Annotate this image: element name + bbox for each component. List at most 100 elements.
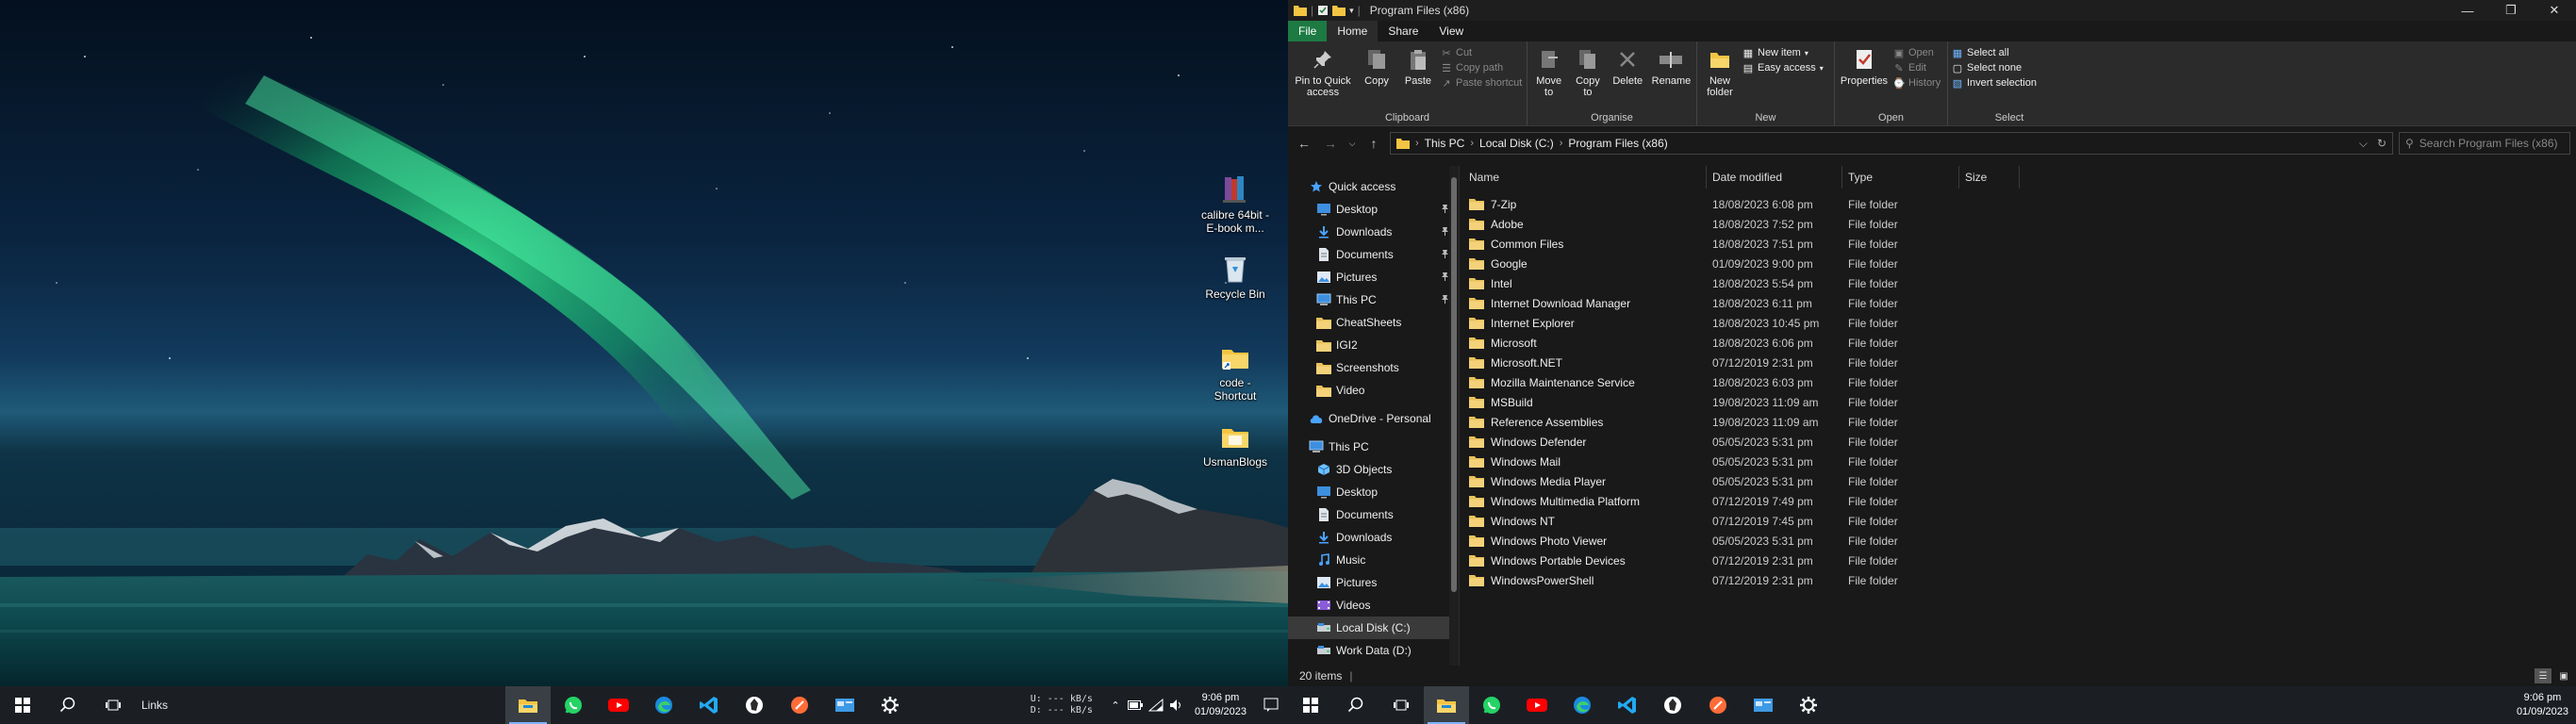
nav-item-3d-objects[interactable]: 3D Objects <box>1288 458 1459 481</box>
table-row[interactable]: Windows Mail 05/05/2023 5:31 pm File folde… <box>1460 452 2576 471</box>
move-to-button[interactable]: Move to <box>1531 45 1566 98</box>
taskbar-postman[interactable] <box>1695 686 1741 724</box>
nav-item-work-data-d[interactable]: Work Data (D:) <box>1288 639 1459 662</box>
properties-check-icon[interactable] <box>1317 5 1329 16</box>
nav-item-documents[interactable]: Documents <box>1288 243 1459 266</box>
nav-item-downloads[interactable]: Downloads <box>1288 221 1459 243</box>
nav-item-this-pc[interactable]: This PC <box>1288 436 1459 458</box>
forward-button[interactable]: → <box>1320 133 1341 154</box>
table-row[interactable]: Windows Multimedia Platform 07/12/2019 7:… <box>1460 491 2576 511</box>
nav-item-igi2[interactable]: IGI2 <box>1288 334 1459 356</box>
taskbar-vscode[interactable] <box>686 686 732 724</box>
delete-button[interactable]: Delete <box>1610 45 1646 87</box>
nav-scrollbar[interactable] <box>1449 166 1459 666</box>
tray-wifi[interactable] <box>1146 686 1166 724</box>
nav-item-desktop[interactable]: Desktop <box>1288 481 1459 503</box>
table-row[interactable]: 7-Zip 18/08/2023 6:08 pm File folder <box>1460 194 2576 214</box>
table-row[interactable]: Adobe 18/08/2023 7:52 pm File folder <box>1460 214 2576 234</box>
nav-item-cheatsheets[interactable]: CheatSheets <box>1288 311 1459 334</box>
start-button[interactable] <box>0 686 45 724</box>
desktop-icon-usmanblogs[interactable]: UsmanBlogs <box>1199 420 1271 469</box>
table-row[interactable]: Internet Download Manager 18/08/2023 6:11… <box>1460 293 2576 313</box>
desktop-icon-calibre[interactable]: calibre 64bit - E-book m... <box>1199 173 1271 235</box>
select-all-button[interactable]: ▦ Select all <box>1952 47 2037 59</box>
column-header-date-modified[interactable]: Date modified <box>1707 166 1842 189</box>
table-row[interactable]: Reference Assemblies 19/08/2023 11:09 am F… <box>1460 412 2576 432</box>
taskbar-obsidian[interactable] <box>732 686 777 724</box>
column-header-size[interactable]: Size <box>1959 166 2020 189</box>
desktop-icon-code-shortcut[interactable]: code - Shortcut <box>1199 341 1271 403</box>
taskbar-app-window[interactable] <box>1741 686 1786 724</box>
breadcrumb-this-pc[interactable]: This PC <box>1425 137 1465 150</box>
open-button[interactable]: ▣ Open <box>1893 47 1940 59</box>
nav-item-videos[interactable]: Videos <box>1288 594 1459 617</box>
cut-button[interactable]: ✂ Cut <box>1441 47 1522 59</box>
tray-battery[interactable] <box>1125 686 1146 724</box>
table-row[interactable]: Mozilla Maintenance Service 18/08/2023 6:… <box>1460 372 2576 392</box>
table-row[interactable]: Windows Portable Devices 07/12/2019 2:31 … <box>1460 551 2576 570</box>
tab-view[interactable]: View <box>1428 21 1474 41</box>
new-item-button[interactable]: ▦ New item ▾ <box>1742 47 1824 59</box>
breadcrumb-program-files[interactable]: Program Files (x86) <box>1568 137 1667 150</box>
new-folder-button[interactable]: New folder <box>1701 45 1739 98</box>
taskbar-clock[interactable]: 9:06 pm 01/09/2023 <box>2517 691 2568 719</box>
qat-dropdown-icon[interactable]: ▾ <box>1349 6 1354 16</box>
search-button[interactable] <box>1333 686 1379 724</box>
minimize-button[interactable]: — <box>2446 0 2489 21</box>
easy-access-button[interactable]: ▤ Easy access ▾ <box>1742 62 1824 74</box>
history-button[interactable]: ⌚ History <box>1892 77 1940 90</box>
nav-item-desktop[interactable]: Desktop <box>1288 198 1459 221</box>
nav-item-this-pc[interactable]: This PC <box>1288 288 1459 311</box>
taskbar-whatsapp[interactable] <box>551 686 596 724</box>
new-folder-icon[interactable] <box>1332 5 1346 16</box>
rename-button[interactable]: Rename <box>1650 45 1693 87</box>
nav-item-quick-access[interactable]: Quick access <box>1288 175 1459 198</box>
up-button[interactable]: ↑ <box>1363 133 1384 154</box>
title-bar[interactable]: | ▾ | Program Files (x86) — ❐ ✕ <box>1288 0 2576 21</box>
properties-button[interactable]: Properties <box>1839 45 1890 87</box>
nav-scrollbar-thumb[interactable] <box>1451 177 1457 592</box>
copy-path-button[interactable]: ☰ Copy path <box>1441 62 1522 74</box>
links-toolbar[interactable]: Links <box>141 699 179 712</box>
taskbar-settings[interactable] <box>867 686 913 724</box>
recent-locations-button[interactable]: ⌵ <box>1346 133 1358 154</box>
search-button[interactable] <box>45 686 91 724</box>
search-field[interactable]: ⚲ Search Program Files (x86) <box>2399 132 2570 155</box>
action-center-button[interactable] <box>1254 686 1288 724</box>
nav-item-documents[interactable]: Documents <box>1288 503 1459 526</box>
nav-item-onedrive-personal[interactable]: OneDrive - Personal <box>1288 407 1459 430</box>
table-row[interactable]: Intel 18/08/2023 5:54 pm File folder <box>1460 273 2576 293</box>
table-row[interactable]: MSBuild 19/08/2023 11:09 am File folder <box>1460 392 2576 412</box>
details-view-button[interactable]: ☰ <box>2535 668 2551 683</box>
nav-item-local-disk-c[interactable]: Local Disk (C:) <box>1288 617 1459 639</box>
taskbar-file-explorer[interactable] <box>505 686 551 724</box>
table-row[interactable]: Internet Explorer 18/08/2023 10:45 pm File… <box>1460 313 2576 333</box>
column-header-name[interactable]: Name <box>1463 166 1707 189</box>
nav-item-pictures[interactable]: Pictures <box>1288 266 1459 288</box>
nav-item-music[interactable]: Music <box>1288 549 1459 571</box>
restore-button[interactable]: ❐ <box>2489 0 2533 21</box>
taskbar-youtube[interactable] <box>596 686 641 724</box>
column-header-type[interactable]: Type <box>1842 166 1959 189</box>
table-row[interactable]: Windows Media Player 05/05/2023 5:31 pm Fi… <box>1460 471 2576 491</box>
task-view-button[interactable] <box>91 686 136 724</box>
close-button[interactable]: ✕ <box>2533 0 2576 21</box>
taskbar-settings[interactable] <box>1786 686 1831 724</box>
taskbar-postman[interactable] <box>777 686 822 724</box>
copy-to-button[interactable]: Copy to <box>1570 45 1605 98</box>
nav-item-video[interactable]: Video <box>1288 379 1459 402</box>
tab-share[interactable]: Share <box>1378 21 1428 41</box>
table-row[interactable]: Microsoft 18/08/2023 6:06 pm File folder <box>1460 333 2576 353</box>
invert-selection-button[interactable]: ▧ Invert selection <box>1952 77 2037 90</box>
table-row[interactable]: Windows Photo Viewer 05/05/2023 5:31 pm Fi… <box>1460 531 2576 551</box>
taskbar-youtube[interactable] <box>1514 686 1560 724</box>
tab-file[interactable]: File <box>1288 21 1328 41</box>
refresh-icon[interactable]: ↻ <box>2377 137 2386 151</box>
table-row[interactable]: WindowsPowerShell 07/12/2019 2:31 pm File … <box>1460 570 2576 590</box>
taskbar-vscode[interactable] <box>1605 686 1650 724</box>
table-row[interactable]: Microsoft.NET 07/12/2019 2:31 pm File fold… <box>1460 353 2576 372</box>
back-button[interactable]: ← <box>1294 133 1314 154</box>
select-none-button[interactable]: ▢ Select none <box>1952 62 2037 74</box>
tray-overflow-button[interactable]: ⌃ <box>1106 686 1125 724</box>
start-button[interactable] <box>1288 686 1333 724</box>
